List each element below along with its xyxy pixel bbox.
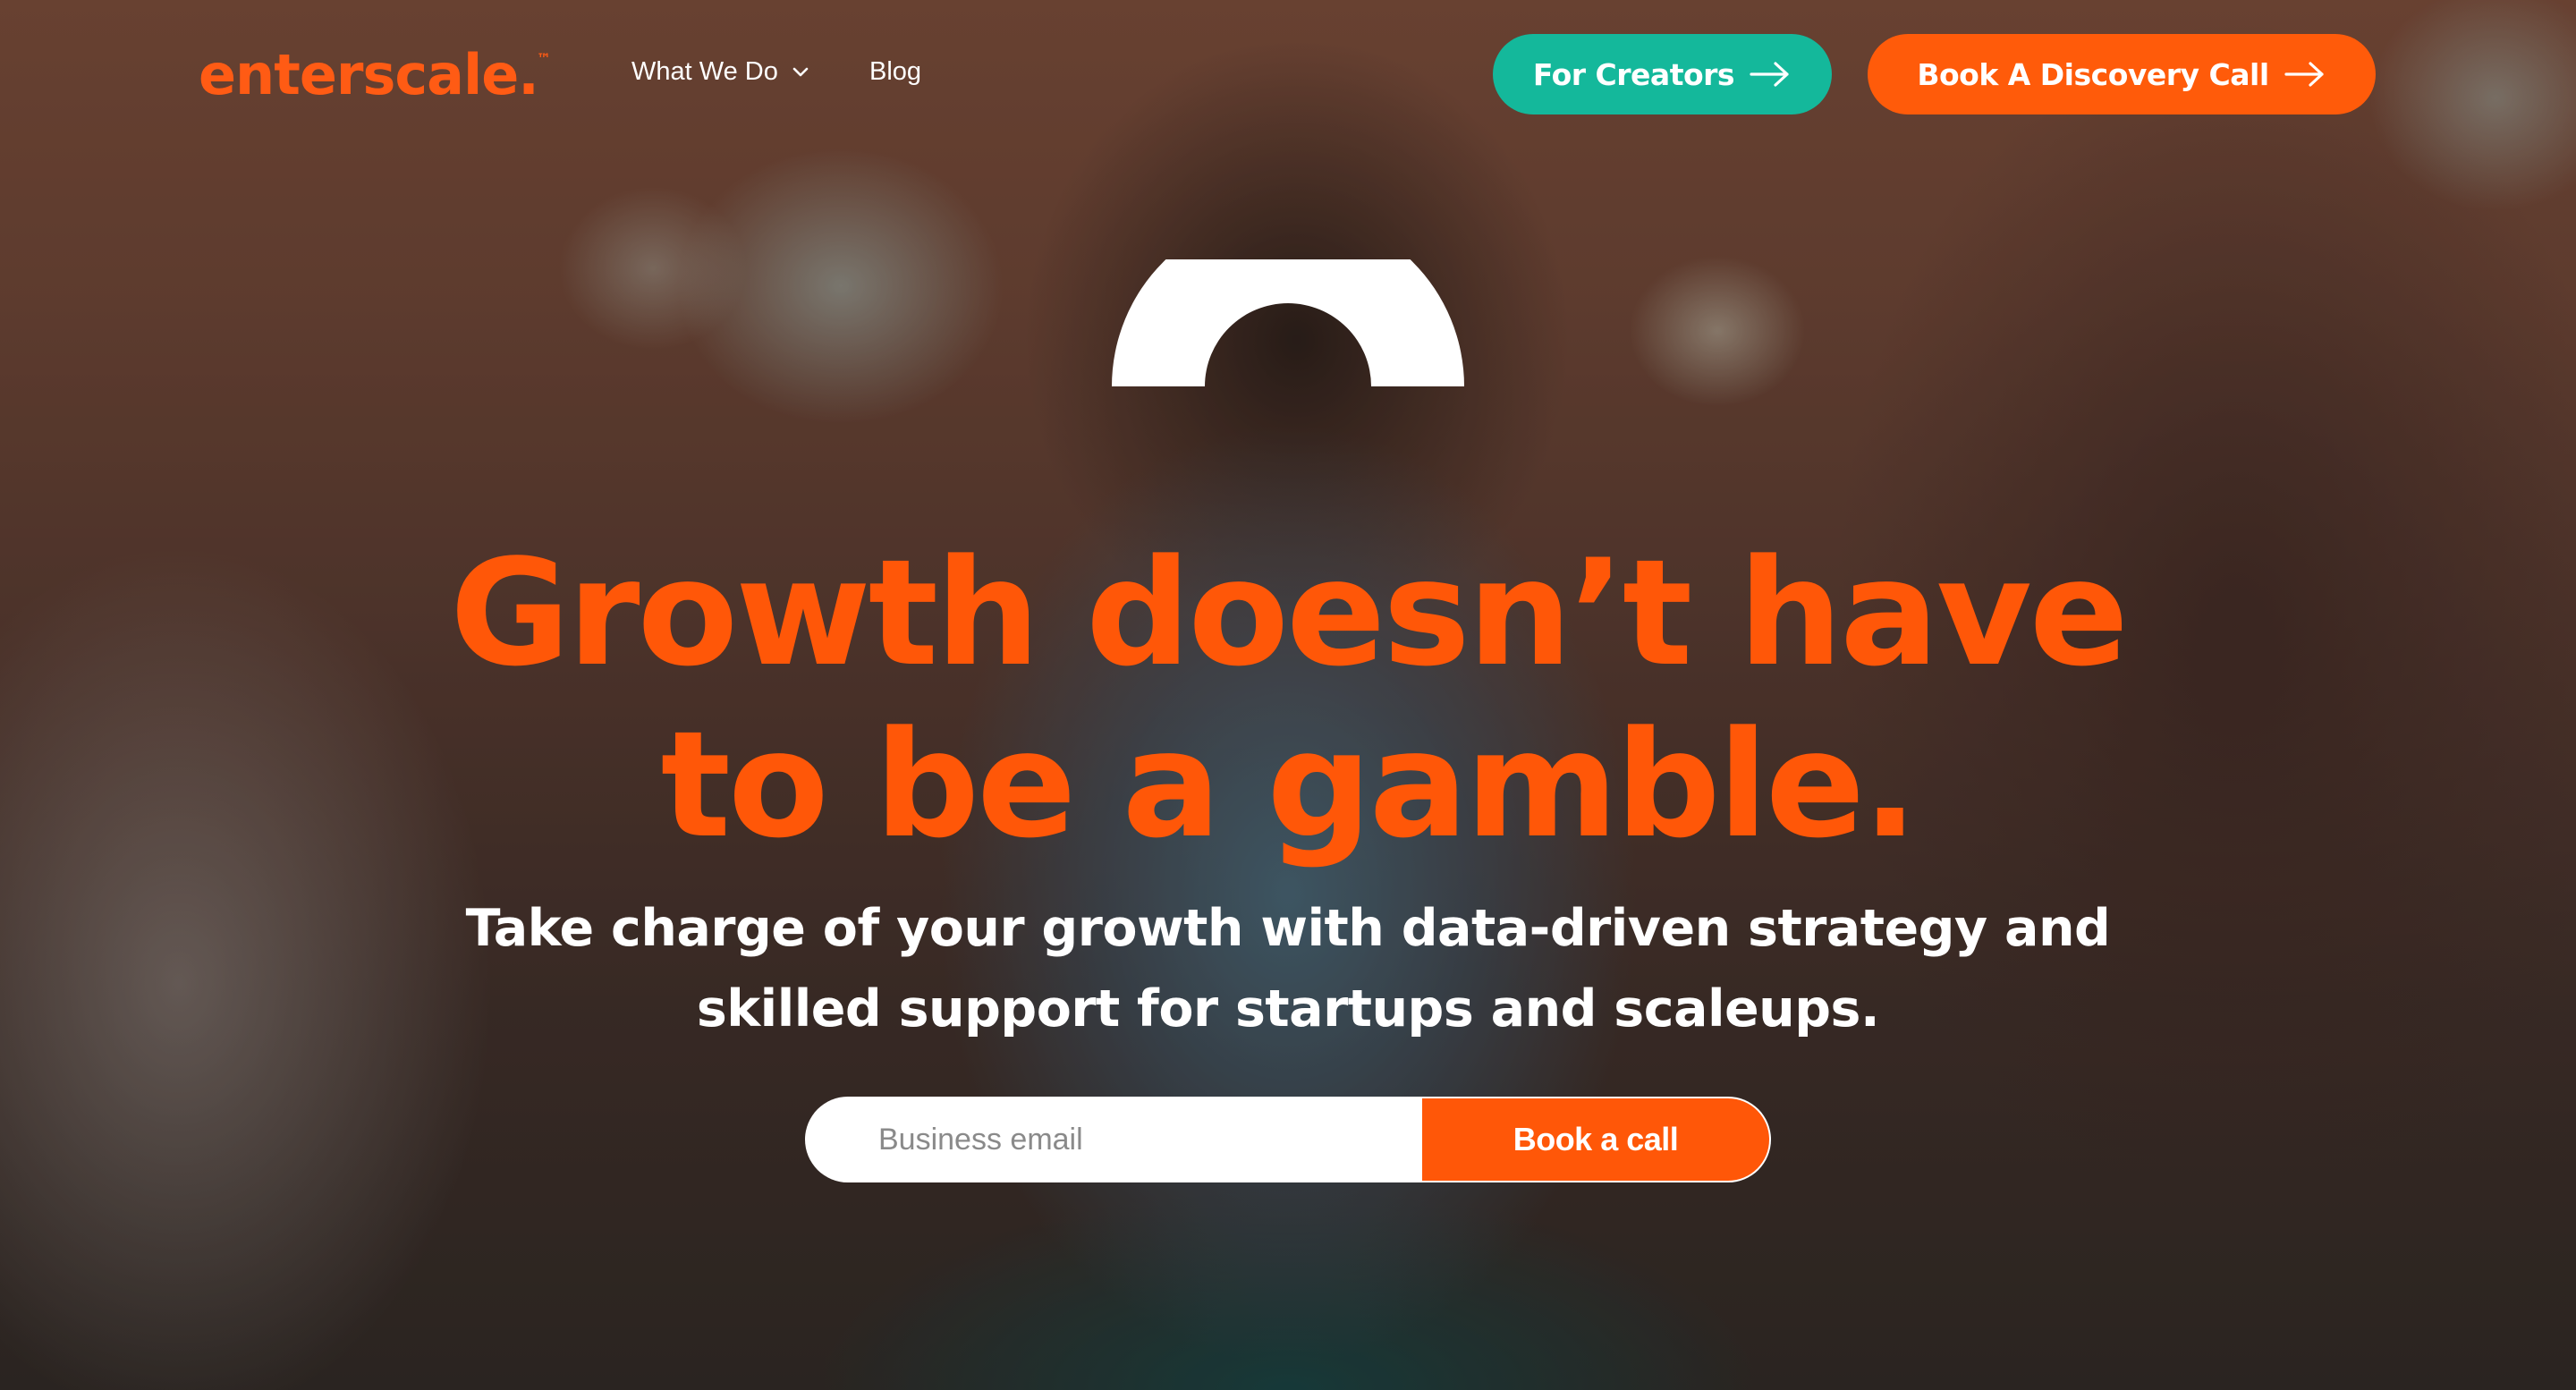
arrow-right-icon — [1750, 62, 1789, 87]
nav-blog-label: Blog — [869, 57, 922, 86]
half-circle-arch-graphic — [1112, 259, 1464, 386]
top-navigation: enterscale. ™ What We Do Blog For Creato… — [0, 0, 2576, 143]
hero-section: enterscale. ™ What We Do Blog For Creato… — [0, 0, 2576, 1390]
for-creators-label: For Creators — [1532, 56, 1735, 92]
headline-line-2: to be a gamble. — [660, 699, 1919, 870]
book-discovery-call-label: Book A Discovery Call — [1917, 56, 2269, 92]
nav-what-we-do[interactable]: What We Do — [631, 55, 812, 88]
nav-blog[interactable]: Blog — [869, 55, 921, 88]
hero-headline: Growth doesn’t have to be a gamble. — [0, 528, 2576, 871]
enterscale-logo[interactable]: enterscale. — [199, 43, 539, 107]
book-discovery-call-button[interactable]: Book A Discovery Call — [1868, 34, 2376, 114]
email-signup-form: Book a call — [805, 1097, 1771, 1182]
chevron-down-icon — [792, 67, 809, 77]
hero-subheadline: Take charge of your growth with data-dri… — [0, 888, 2576, 1049]
nav-what-we-do-label: What We Do — [631, 57, 778, 86]
for-creators-button[interactable]: For Creators — [1493, 34, 1832, 114]
book-a-call-button[interactable]: Book a call — [1422, 1097, 1771, 1182]
subheadline-line-1: Take charge of your growth with data-dri… — [465, 899, 2111, 958]
arrow-right-icon — [2284, 62, 2324, 87]
business-email-input[interactable] — [805, 1097, 1422, 1182]
headline-line-1: Growth doesn’t have — [450, 527, 2129, 699]
subheadline-line-2: skilled support for startups and scaleup… — [696, 979, 1880, 1038]
trademark-mark: ™ — [537, 50, 551, 67]
